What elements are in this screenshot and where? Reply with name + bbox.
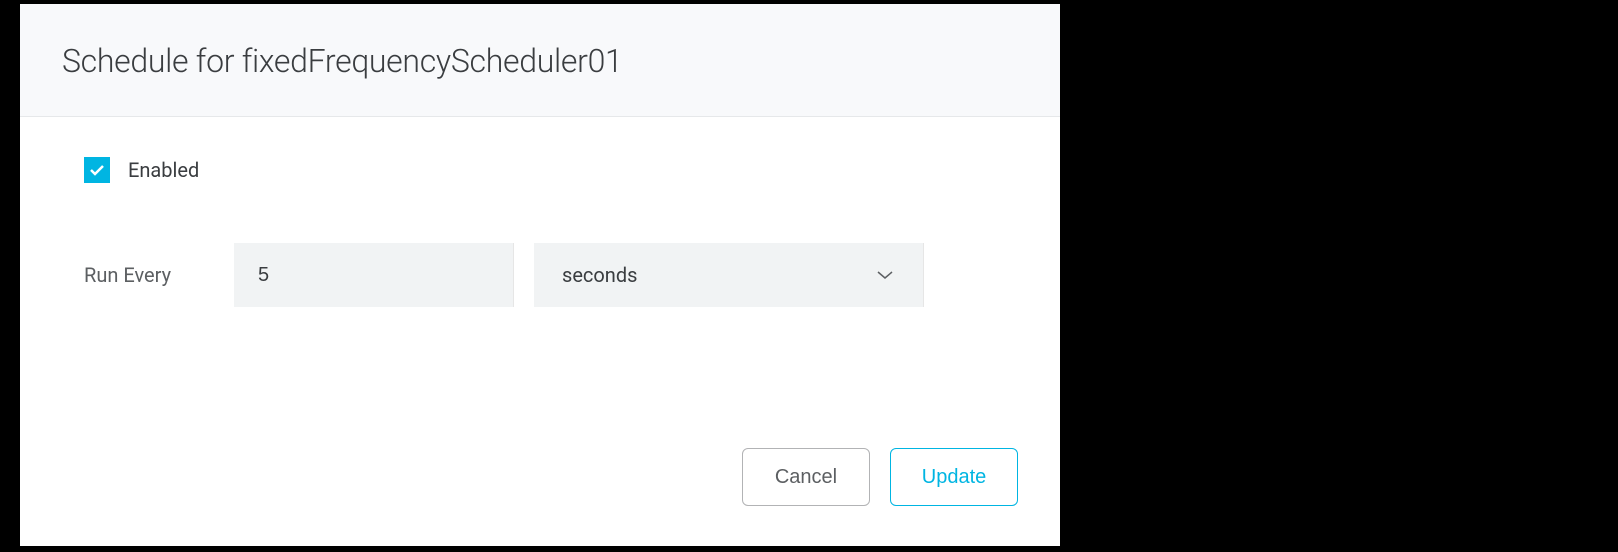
cancel-button[interactable]: Cancel [742,448,870,506]
run-every-unit-value: seconds [562,263,637,287]
dialog-body: Enabled Run Every seconds [20,117,1060,424]
run-every-label: Run Every [84,263,214,287]
dialog-footer: Cancel Update [20,424,1060,546]
dialog-title: Schedule for fixedFrequencyScheduler01 [62,42,1018,80]
enabled-row: Enabled [84,157,996,183]
enabled-label: Enabled [128,158,199,182]
schedule-dialog: Schedule for fixedFrequencyScheduler01 E… [20,4,1060,546]
run-every-value-input[interactable] [234,243,514,307]
enabled-checkbox[interactable] [84,157,110,183]
check-icon [89,164,105,176]
dialog-header: Schedule for fixedFrequencyScheduler01 [20,4,1060,117]
run-every-row: Run Every seconds [84,243,996,307]
update-button[interactable]: Update [890,448,1018,506]
run-every-unit-select[interactable]: seconds [534,243,924,307]
chevron-down-icon [875,269,895,281]
